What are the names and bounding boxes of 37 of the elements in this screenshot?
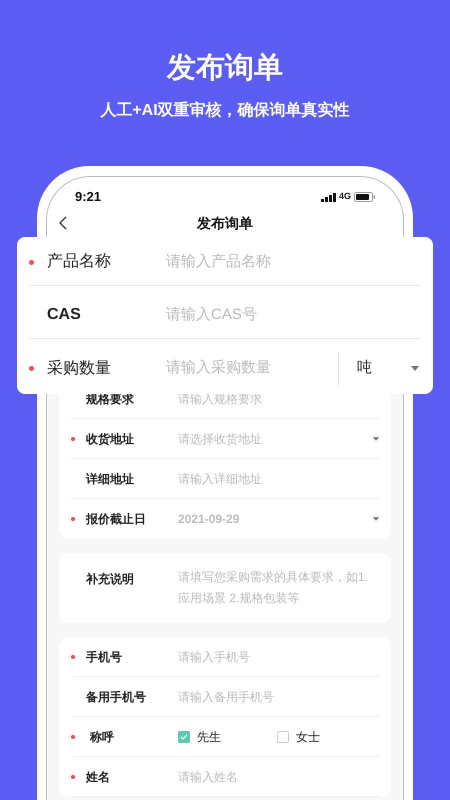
dropdown-caret-icon bbox=[411, 366, 419, 371]
select-field[interactable]: 请选择收货地址 bbox=[178, 430, 379, 448]
network-label: 4G bbox=[338, 190, 351, 204]
back-icon[interactable] bbox=[59, 216, 67, 230]
input-field[interactable]: 请输入CAS号 bbox=[166, 304, 421, 326]
status-time: 9:21 bbox=[75, 188, 102, 206]
input-field[interactable]: 请输入手机号 bbox=[178, 648, 379, 666]
page-subtitle: 人工+AI双重审核，确保询单真实性 bbox=[100, 100, 350, 121]
nav-title: 发布询单 bbox=[197, 214, 253, 232]
select-field[interactable]: 2021-09-29 bbox=[178, 510, 379, 528]
input-field[interactable]: 请输入备用手机号 bbox=[178, 688, 379, 706]
dropdown-caret-icon bbox=[373, 517, 379, 521]
input-field[interactable]: 请输入产品名称 bbox=[166, 250, 421, 274]
input-field[interactable]: 请输入采购数量 bbox=[166, 357, 338, 380]
field-label: 详细地址 bbox=[86, 470, 135, 488]
field-label: 备用手机号 bbox=[86, 688, 147, 706]
input-field[interactable]: 请输入姓名 bbox=[178, 768, 379, 786]
page-title: 发布询单 bbox=[167, 51, 283, 86]
field-label: 手机号 bbox=[86, 648, 123, 666]
checkbox[interactable] bbox=[178, 730, 190, 742]
option-label: 先生 bbox=[197, 728, 221, 746]
dropdown-caret-icon bbox=[373, 436, 379, 440]
input-field[interactable]: 请输入详细地址 bbox=[178, 470, 379, 488]
field-label: 称呼 bbox=[88, 728, 115, 746]
field-label: 收货地址 bbox=[86, 430, 135, 448]
field-label: 采购数量 bbox=[47, 358, 112, 378]
option-label: 女士 bbox=[296, 728, 320, 746]
field-label: 姓名 bbox=[86, 768, 111, 786]
field-label: 报价截止日 bbox=[86, 511, 147, 528]
unit-selector[interactable]: 吨 bbox=[357, 357, 372, 380]
battery-icon bbox=[354, 192, 375, 202]
field-label: 产品名称 bbox=[47, 252, 112, 272]
textarea-placeholder[interactable]: 请填写您采购需求的具体要求，如1.应用场景 2.规格包装等 bbox=[178, 567, 379, 609]
field-label: CAS bbox=[47, 305, 82, 325]
signal-icon bbox=[320, 192, 336, 202]
checkbox[interactable] bbox=[277, 730, 289, 742]
field-label: 补充说明 bbox=[86, 571, 135, 588]
